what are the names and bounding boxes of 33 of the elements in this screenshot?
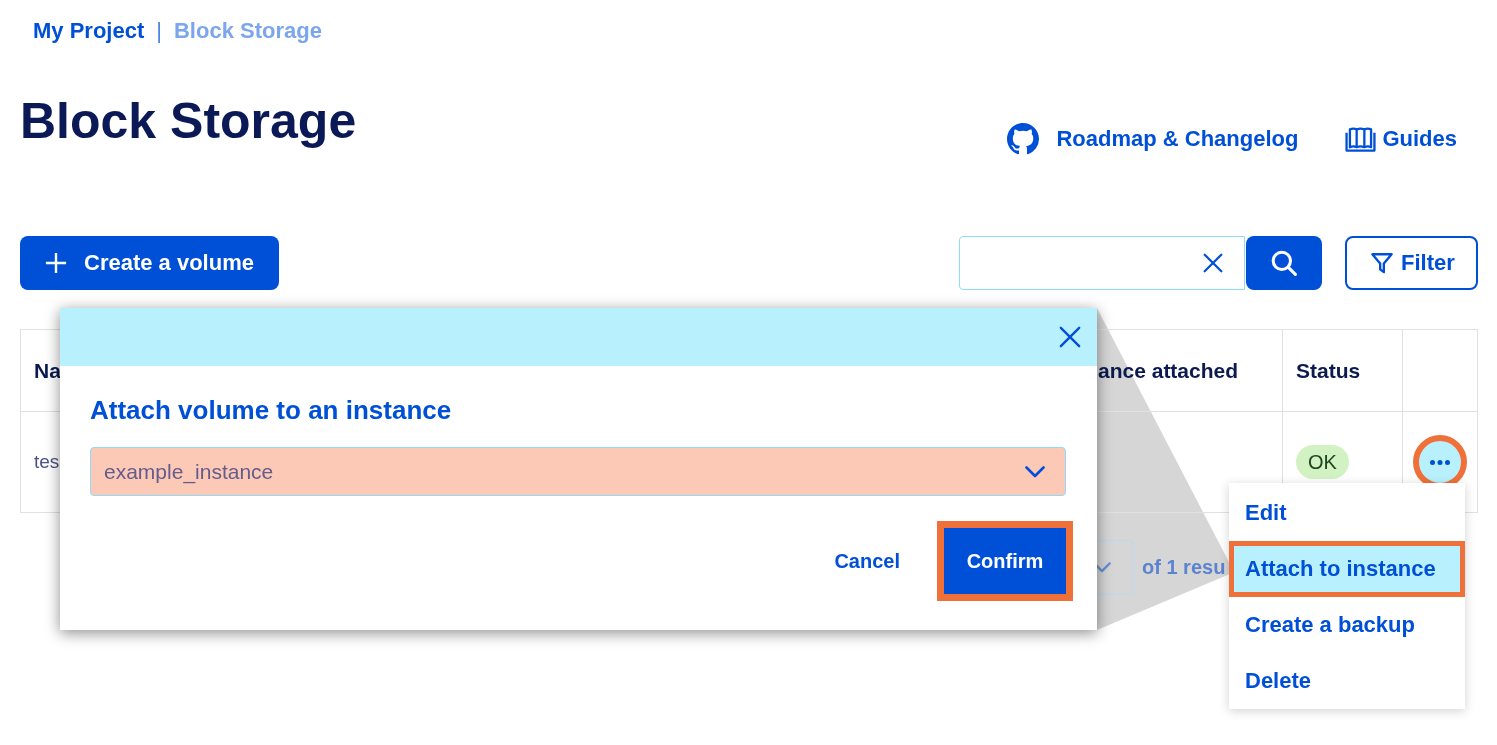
github-icon [1007,123,1040,155]
menu-item[interactable]: Edit [1229,485,1465,541]
clear-icon [1203,253,1223,273]
filter-icon [1371,252,1393,274]
search-icon [1271,250,1297,276]
breadcrumb-separator: | [156,18,162,44]
guides-link[interactable]: Guides [1345,126,1457,152]
page-title: Block Storage [20,92,357,151]
close-icon [1059,326,1081,348]
menu-item[interactable]: Create a backup [1229,597,1465,653]
cancel-button[interactable]: Cancel [826,541,908,581]
instance-select[interactable]: example_instance [90,447,1066,496]
column-header: Na [34,358,61,383]
confirm-button[interactable]: Confirm [937,521,1073,601]
ellipsis-icon [1430,459,1450,465]
search-field[interactable] [959,236,1245,290]
dialog-title: Attach volume to an instance [90,394,452,426]
plus-icon [45,252,67,274]
chevron-down-icon [1025,465,1045,478]
menu-item[interactable]: Attach to instance [1229,541,1465,597]
roadmap-link[interactable]: Roadmap & Changelog [1007,123,1299,155]
column-header: Status [1296,358,1361,383]
create-volume-button[interactable]: Create a volume [20,236,279,290]
column-header: ance attached [1098,358,1239,383]
filter-button[interactable]: Filter [1345,236,1478,290]
results-count: of 1 resu [1142,556,1226,579]
breadcrumb-link[interactable]: My Project [33,18,145,44]
close-button[interactable] [1059,326,1081,348]
status-badge: OK [1296,445,1349,479]
menu-item[interactable]: Delete [1229,653,1465,709]
row-label: tes [34,451,60,473]
book-icon [1345,126,1377,152]
search-button[interactable] [1246,236,1322,290]
